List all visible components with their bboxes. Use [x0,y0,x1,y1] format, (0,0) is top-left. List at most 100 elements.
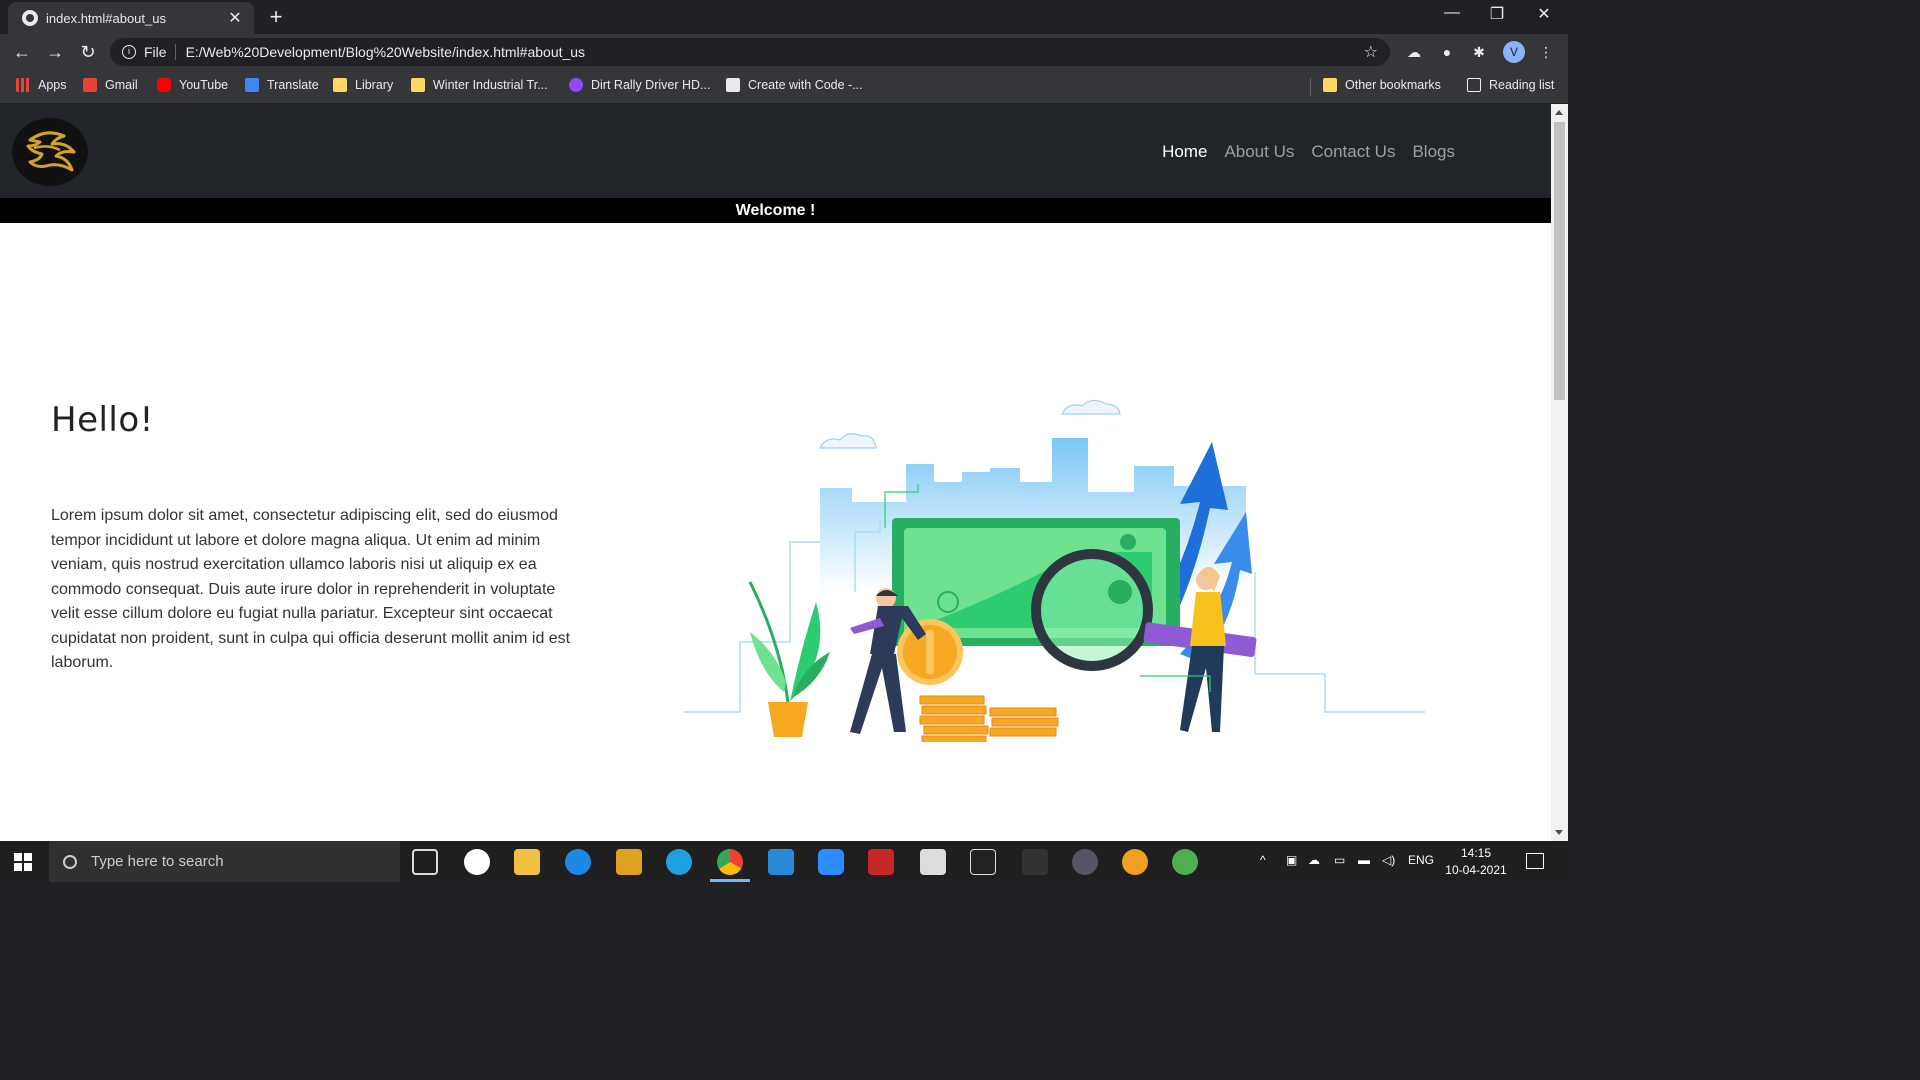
folder-icon [411,78,425,92]
app-icon-4[interactable] [1072,849,1098,875]
active-app-indicator [710,879,750,882]
finance-illustration [684,399,1425,742]
bookmark-dirt-rally[interactable]: Dirt Rally Driver HD... [569,78,710,92]
address-bar[interactable]: i File E:/Web%20Development/Blog%20Websi… [110,38,1390,66]
taskbar-search-box[interactable]: Type here to search [49,841,400,882]
folder-icon [333,78,347,92]
folder-icon [1323,78,1337,92]
scroll-up-arrow-icon[interactable] [1555,110,1563,115]
nav-about-us-link[interactable]: About Us [1224,142,1294,162]
zoom-icon[interactable] [818,849,844,875]
window-close-icon[interactable]: ✕ [1522,4,1566,24]
unity-icon [726,78,740,92]
scrollbar-thumb[interactable] [1554,122,1565,400]
welcome-banner: Welcome ! [0,198,1551,223]
browser-toolbar: ← → ↻ i File E:/Web%20Development/Blog%2… [0,34,1568,70]
bookmark-youtube[interactable]: YouTube [157,78,228,92]
magnifier-icon [1031,549,1153,671]
bookmark-translate[interactable]: Translate [245,78,319,92]
tab-title: index.html#about_us [46,10,166,26]
clock-time: 14:15 [1460,846,1492,860]
bookmarks-divider [1310,78,1311,96]
network-icon[interactable]: ▭ [1334,853,1345,867]
bookmark-winter-industrial[interactable]: Winter Industrial Tr... [411,78,548,92]
cloud-right-icon [1061,399,1121,415]
back-arrow-icon[interactable]: ← [10,40,34,64]
app-icon-1[interactable] [464,849,490,875]
page-viewport: Home About Us Contact Us Blogs Welcome !… [0,104,1551,841]
utorrent-icon[interactable] [1172,849,1198,875]
cloud-left-icon [819,433,877,449]
unity-hub-icon[interactable] [920,849,946,875]
task-view-icon[interactable] [412,849,438,875]
reading-list-icon [1467,78,1481,92]
edge-icon[interactable] [666,849,692,875]
coin-stacks [919,695,1059,742]
apps-icon [16,78,30,92]
app-icon-3[interactable] [868,849,894,875]
scroll-down-arrow-icon[interactable] [1555,830,1563,835]
info-icon[interactable]: i [122,45,136,59]
twitch-icon [569,78,583,92]
extension-cloud-icon[interactable]: ☁ [1404,42,1424,62]
tab-strip: index.html#about_us ✕ + — ❐ ✕ [0,0,1568,34]
search-icon [63,854,77,869]
chrome-icon[interactable] [717,849,743,875]
url-text[interactable]: E:/Web%20Development/Blog%20Website/inde… [186,44,1364,60]
unity-editor-icon[interactable] [1022,849,1048,875]
bookmark-create-with-code[interactable]: Create with Code -... [726,78,863,92]
globe-icon [22,10,38,26]
lion-logo-icon [26,131,76,172]
new-tab-button[interactable]: + [264,4,288,30]
page-heading: Hello! [51,400,154,440]
minimize-icon[interactable]: — [1430,4,1474,22]
extension-bulb-icon[interactable]: ● [1437,42,1457,62]
taskbar-clock[interactable]: 14:15 10-04-2021 [1440,845,1512,879]
gmail-icon [83,78,97,92]
site-logo[interactable] [12,118,88,186]
page-scrollbar[interactable] [1551,104,1568,841]
reload-icon[interactable]: ↻ [76,40,100,64]
reading-list-button[interactable]: Reading list [1467,78,1554,92]
youtube-icon [157,78,171,92]
profile-avatar[interactable]: V [1503,41,1525,63]
vscode-icon[interactable] [768,849,794,875]
windows-taskbar: Type here to search ^ ▣ ☁ ▭ ▬ ◁) ENG 14:… [0,841,1568,882]
clock-date: 10-04-2021 [1445,863,1507,877]
onedrive-icon[interactable]: ☁ [1308,853,1320,867]
unity-icon[interactable] [970,849,996,875]
restore-icon[interactable]: ❐ [1475,4,1519,24]
app-icon-2[interactable] [616,849,642,875]
nav-contact-us-link[interactable]: Contact Us [1311,142,1395,162]
about-paragraph: Lorem ipsum dolor sit amet, consectetur … [51,507,571,671]
puzzle-extensions-icon[interactable]: ✱ [1469,42,1489,62]
app-icon-5[interactable] [1122,849,1148,875]
tray-meet-icon[interactable]: ▣ [1286,853,1297,867]
bookmark-gmail[interactable]: Gmail [83,78,138,92]
kebab-menu-icon[interactable]: ⋮ [1536,42,1556,62]
url-scheme: File [144,44,176,60]
site-navbar: Home About Us Contact Us Blogs [0,104,1551,198]
plant-pot [768,702,808,737]
translate-icon [245,78,259,92]
bookmark-library[interactable]: Library [333,78,393,92]
action-center-icon[interactable] [1526,853,1544,869]
bookmarks-bar: Apps Gmail YouTube Translate Library Win… [0,70,1568,104]
bookmark-apps[interactable]: Apps [16,78,67,92]
language-indicator[interactable]: ENG [1408,853,1434,867]
volume-icon[interactable]: ◁) [1382,853,1395,867]
file-explorer-icon[interactable] [514,849,540,875]
bookmark-other[interactable]: Other bookmarks [1323,78,1441,92]
safari-icon[interactable] [565,849,591,875]
taskbar-search-placeholder: Type here to search [91,853,224,870]
bookmark-star-icon[interactable]: ☆ [1364,42,1378,62]
nav-home-link[interactable]: Home [1162,142,1207,162]
battery-icon[interactable]: ▬ [1358,853,1370,867]
nav-blogs-link[interactable]: Blogs [1412,142,1455,162]
site-nav-links: Home About Us Contact Us Blogs [1162,142,1455,162]
windows-start-icon[interactable] [14,853,32,871]
browser-tab[interactable]: index.html#about_us ✕ [8,2,254,34]
forward-arrow-icon[interactable]: → [43,40,67,64]
close-tab-icon[interactable]: ✕ [226,8,244,28]
tray-chevron-icon[interactable]: ^ [1260,853,1266,867]
